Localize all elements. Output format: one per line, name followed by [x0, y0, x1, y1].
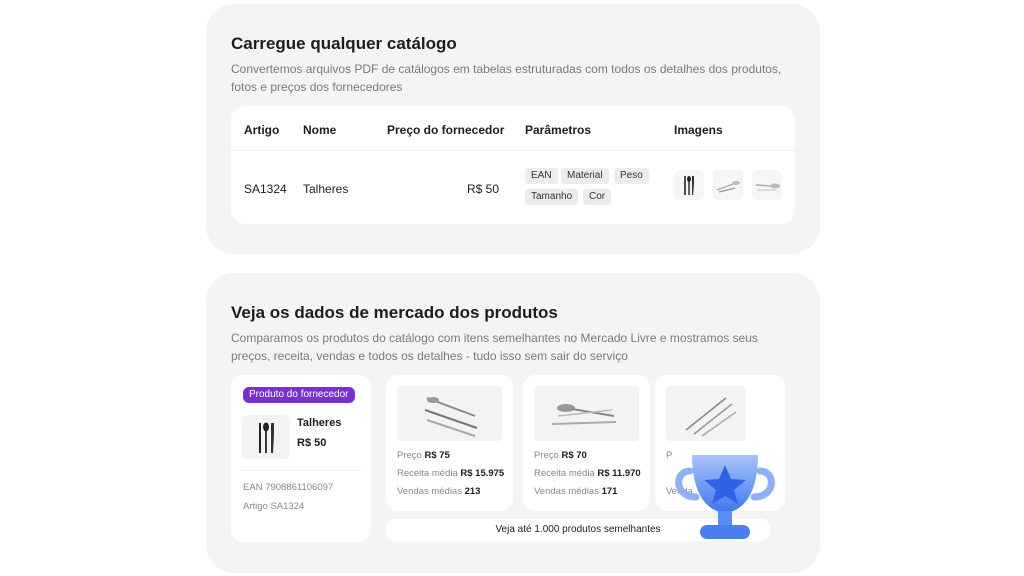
spoons-icon[interactable]: [713, 170, 743, 200]
revenue-line: Receita média R$ 15.975: [397, 468, 504, 479]
sales-line: Vendas médias 171: [534, 486, 617, 497]
market-section: Veja os dados de mercado dos produtos Co…: [206, 273, 820, 573]
cutlery-set-icon[interactable]: [674, 170, 704, 200]
ean-value: 7908861106097: [265, 482, 334, 493]
param-tag-size: Tamanho: [525, 189, 579, 205]
supplier-product-price: R$ 50: [297, 437, 327, 449]
price-line: Preço R$ 70: [534, 450, 587, 461]
param-tag-ean: EAN: [525, 168, 558, 184]
price-value: R$ 70: [561, 450, 587, 461]
market-product-card[interactable]: Preço R$ 70 Receita média R$ 11.970 Vend…: [523, 375, 650, 511]
sales-value: 171: [601, 486, 618, 497]
column-header-images: Imagens: [674, 123, 723, 137]
sales-line: Vendas médias 213: [397, 486, 480, 497]
column-header-price: Preço do fornecedor: [387, 123, 505, 137]
column-header-article: Artigo: [244, 123, 280, 137]
cutlery-image-icon: [666, 386, 746, 441]
supplier-article: Artigo SA1324: [243, 501, 304, 512]
market-product-card[interactable]: Preço R$ 75 Receita média R$ 15.975 Vend…: [386, 375, 513, 511]
column-header-parameters: Parâmetros: [525, 123, 592, 137]
supplier-product-name: Talheres: [297, 417, 342, 429]
param-tag-weight: Peso: [614, 168, 649, 184]
ean-label: EAN: [243, 482, 263, 493]
price-label: Preço: [397, 450, 422, 461]
cutlery-set-icon: [242, 415, 290, 459]
row-article: SA1324: [244, 182, 287, 196]
sales-value: 213: [464, 486, 481, 497]
catalog-table: Artigo Nome Preço do fornecedor Parâmetr…: [231, 106, 795, 224]
article-value: SA1324: [270, 501, 305, 512]
catalog-description: Convertemos arquivos PDF de catálogos em…: [231, 62, 782, 94]
sales-label: Vendas médias: [397, 486, 462, 497]
revenue-value: R$ 15.975: [460, 468, 505, 479]
price-line: Preço R$ 75: [397, 450, 450, 461]
param-tag-color: Cor: [583, 189, 612, 205]
revenue-label: Receita média: [534, 468, 595, 479]
revenue-label: Receita média: [397, 468, 458, 479]
row-price: R$ 50: [466, 182, 499, 196]
row-name: Talheres: [303, 182, 349, 196]
cutlery-image-icon: [397, 386, 502, 441]
article-label: Artigo: [243, 501, 268, 512]
spoon-icon[interactable]: [752, 170, 782, 200]
market-title: Veja os dados de mercado dos produtos: [231, 303, 558, 322]
price-value: R$ 75: [424, 450, 450, 461]
spoon-fork-image-icon: [534, 386, 639, 441]
column-header-name: Nome: [303, 123, 337, 137]
table-divider: [231, 150, 795, 151]
trophy-icon: [670, 441, 780, 551]
revenue-value: R$ 11.970: [597, 468, 641, 479]
catalog-title: Carregue qualquer catálogo: [231, 34, 457, 53]
catalog-section: Carregue qualquer catálogo Convertemos a…: [206, 4, 820, 254]
supplier-product-card[interactable]: Produto do fornecedor Talheres R$ 50 EAN…: [231, 375, 371, 542]
supplier-ean: EAN 7908861106097: [243, 482, 333, 493]
param-tag-material: Material: [561, 168, 609, 184]
sales-label: Vendas médias: [534, 486, 599, 497]
divider: [241, 470, 361, 471]
supplier-badge: Produto do fornecedor: [243, 387, 355, 403]
price-label: Preço: [534, 450, 559, 461]
revenue-line: Receita média R$ 11.970: [534, 468, 641, 479]
market-description: Comparamos os produtos do catálogo com i…: [231, 331, 758, 363]
